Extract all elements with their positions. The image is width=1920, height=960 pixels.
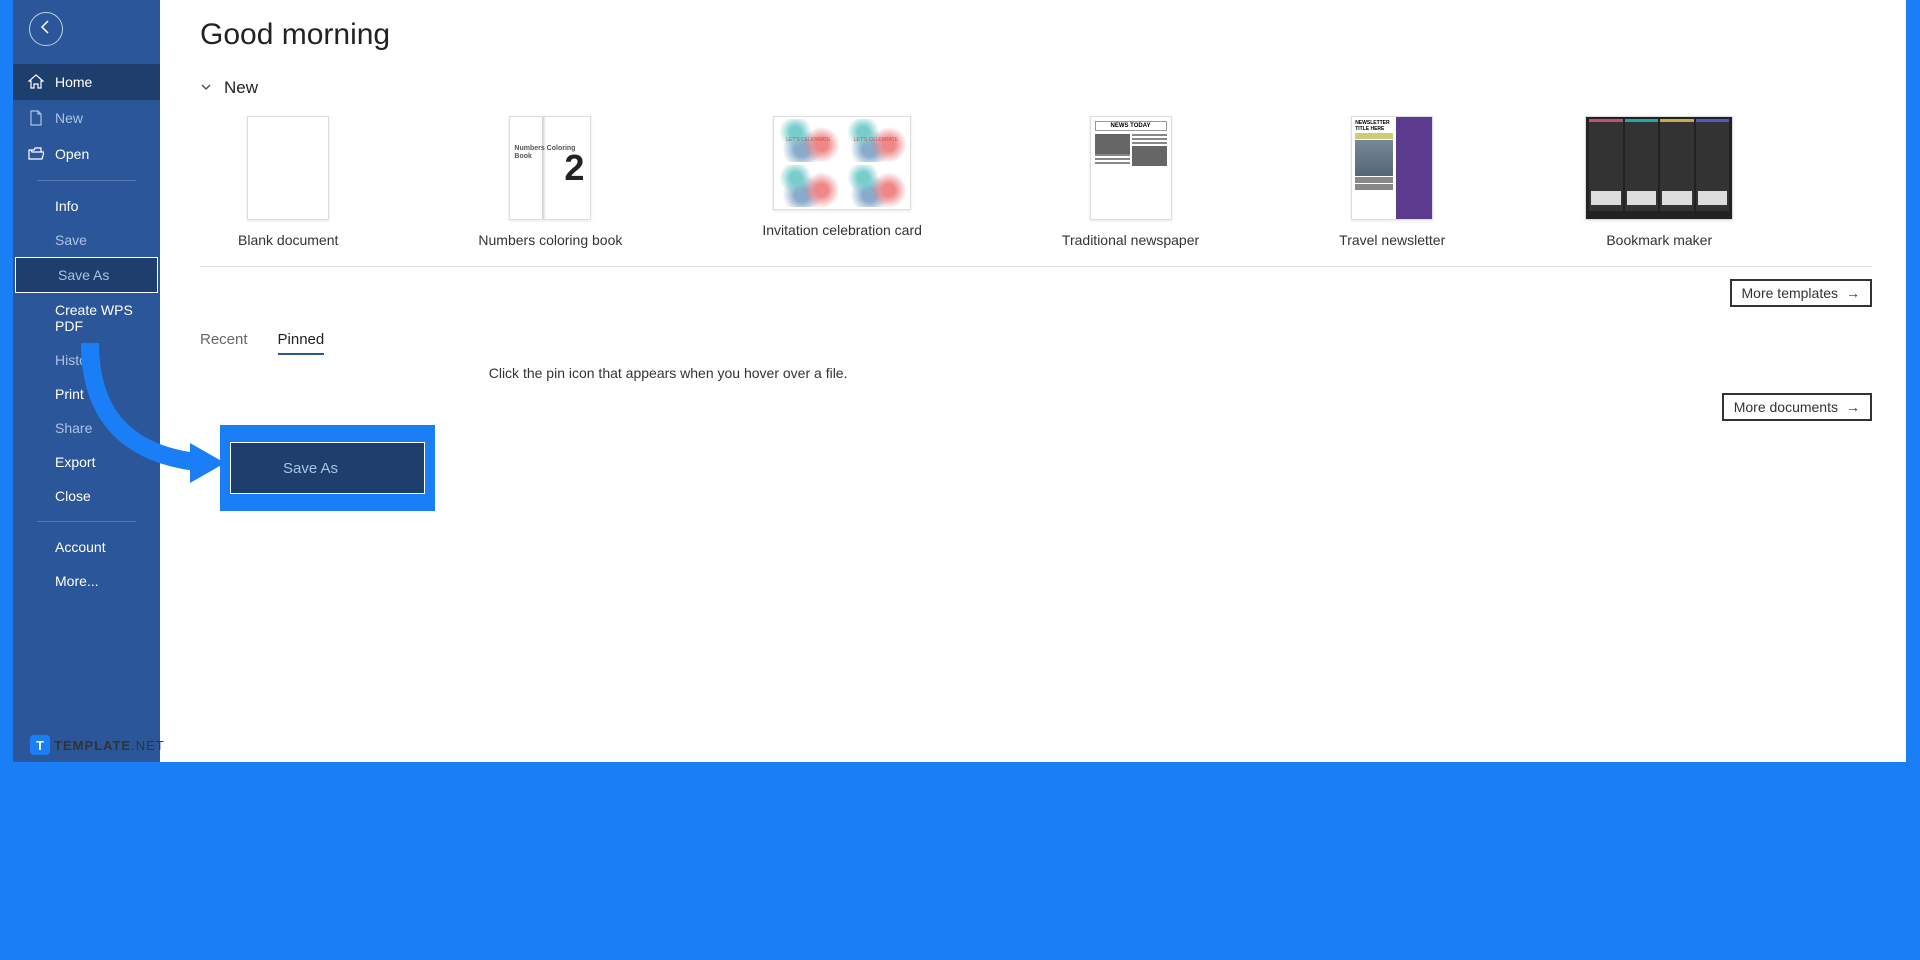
chevron-down-icon <box>200 80 212 96</box>
pinned-empty-text: Pin files here. Pin files here. Click th… <box>200 365 1872 381</box>
template-blank-document[interactable]: Blank document <box>238 116 338 248</box>
nav-print[interactable]: Print <box>13 377 160 411</box>
greeting-title: Good morning <box>200 18 1872 52</box>
template-thumb: LET'S CELEBRATELET'S CELEBRATE <box>773 116 911 210</box>
nav-save-as[interactable]: Save As <box>15 257 158 293</box>
sidebar-divider <box>37 180 136 181</box>
template-label: Numbers coloring book <box>478 232 622 248</box>
arrow-right-icon: → <box>1846 399 1860 415</box>
home-icon <box>27 73 45 91</box>
nav-create-wps-pdf[interactable]: Create WPS PDF <box>13 293 160 343</box>
template-label: Blank document <box>238 232 338 248</box>
nav-history[interactable]: History <box>13 343 160 377</box>
nav-export[interactable]: Export <box>13 445 160 479</box>
nav-account[interactable]: Account <box>13 530 160 564</box>
back-button[interactable] <box>29 12 63 46</box>
nav-open-label: Open <box>55 146 89 162</box>
documents-tabs: Recent Pinned <box>200 331 1872 355</box>
new-section-label: New <box>224 78 258 98</box>
document-icon <box>27 109 45 127</box>
watermark-icon: T <box>30 735 50 755</box>
main-content: Good morning New Blank document 2Numbers… <box>160 0 1906 762</box>
folder-open-icon <box>27 145 45 163</box>
back-arrow-icon <box>39 20 53 39</box>
template-thumb <box>247 116 329 220</box>
more-documents-link[interactable]: More documents → <box>1722 393 1872 421</box>
separator <box>200 266 1872 267</box>
template-label: Bookmark maker <box>1606 232 1712 248</box>
templates-row: Blank document 2Numbers Coloring Book Nu… <box>200 116 1872 248</box>
template-thumb <box>1585 116 1733 220</box>
watermark-text: TEMPLATE.NET <box>54 738 165 753</box>
template-invitation-card[interactable]: LET'S CELEBRATELET'S CELEBRATE Invitatio… <box>762 116 922 248</box>
arrow-right-icon: → <box>1846 285 1860 301</box>
nav-info[interactable]: Info <box>13 189 160 223</box>
sidebar-divider-2 <box>37 521 136 522</box>
more-documents-label: More documents <box>1734 399 1838 415</box>
callout-label: Save As <box>283 460 338 477</box>
template-label: Traditional newspaper <box>1062 232 1199 248</box>
backstage-sidebar: Home New Open Info Save Save As Create W… <box>13 0 160 762</box>
callout-save-as: Save As <box>220 425 435 511</box>
tab-pinned[interactable]: Pinned <box>278 331 325 355</box>
nav-save[interactable]: Save <box>13 223 160 257</box>
template-traditional-newspaper[interactable]: NEWS TODAY Traditional newspaper <box>1062 116 1199 248</box>
template-label: Travel newsletter <box>1339 232 1445 248</box>
nav-open[interactable]: Open <box>13 136 160 172</box>
nav-more[interactable]: More... <box>13 564 160 598</box>
nav-close[interactable]: Close <box>13 479 160 513</box>
nav-new[interactable]: New <box>13 100 160 136</box>
template-label: Invitation celebration card <box>762 222 922 238</box>
template-travel-newsletter[interactable]: NEWSLETTER TITLE HERE Travel newsletter <box>1339 116 1445 248</box>
nav-share[interactable]: Share <box>13 411 160 445</box>
nav-home[interactable]: Home <box>13 64 160 100</box>
tab-recent[interactable]: Recent <box>200 331 248 355</box>
more-templates-link[interactable]: More templates → <box>1730 279 1872 307</box>
template-thumb: NEWS TODAY <box>1090 116 1172 220</box>
template-bookmark-maker[interactable]: Bookmark maker <box>1585 116 1733 248</box>
nav-home-label: Home <box>55 74 92 90</box>
more-templates-label: More templates <box>1742 285 1838 301</box>
nav-new-label: New <box>55 110 83 126</box>
watermark: T TEMPLATE.NET <box>30 735 165 755</box>
template-thumb: NEWSLETTER TITLE HERE <box>1351 116 1433 220</box>
template-numbers-coloring-book[interactable]: 2Numbers Coloring Book Numbers coloring … <box>478 116 622 248</box>
callout-save-as-inner: Save As <box>230 442 425 494</box>
template-thumb: 2Numbers Coloring Book <box>509 116 591 220</box>
new-section-header[interactable]: New <box>200 78 1872 98</box>
